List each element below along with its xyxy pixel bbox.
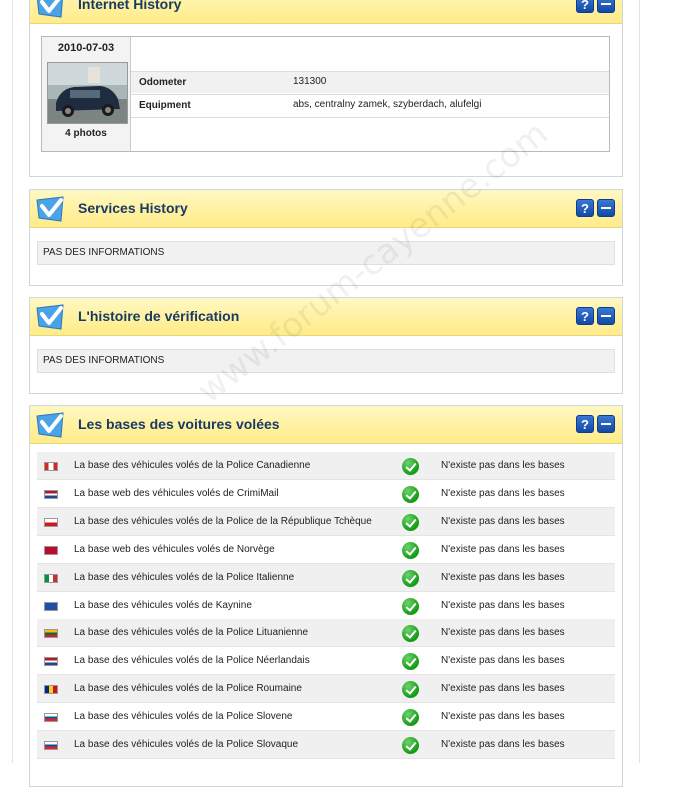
check-ok-icon: [402, 485, 419, 503]
check-ok-icon: [402, 569, 419, 587]
stolen-database-row: La base des véhicules volés de la Police…: [37, 452, 615, 480]
database-status: N'existe pas dans les bases: [441, 487, 565, 499]
slovakia-flag-icon: [44, 741, 58, 750]
panel-header: Services History ?: [30, 190, 622, 228]
car-photo-image: [48, 63, 127, 123]
check-ok-icon: [402, 681, 419, 699]
database-status: N'existe pas dans les bases: [441, 739, 565, 750]
database-status: N'existe pas dans les bases: [441, 515, 565, 527]
norway-flag-icon: [44, 545, 58, 555]
help-button[interactable]: ?: [576, 0, 594, 13]
stolen-database-row: La base des véhicules volés de Kaynine N'…: [37, 592, 615, 620]
listing-summary: 2010-07-03 4 photos: [42, 37, 131, 151]
internet-history-panel: Internet History ? 2010-07-03 4 photos O…: [29, 0, 623, 177]
check-ok-icon: [402, 513, 419, 531]
services-history-panel: Services History ? PAS DES INFORMATIONS: [29, 189, 623, 286]
stolen-database-row: La base des véhicules volés de la Police…: [37, 647, 615, 676]
verification-history-panel: L'histoire de vérification ? PAS DES INF…: [29, 297, 623, 394]
database-name: La base des véhicules volés de la Police…: [74, 571, 295, 583]
equipment-label: Equipment: [139, 100, 191, 111]
checkmark-logo-icon: [36, 412, 64, 438]
database-status: N'existe pas dans les bases: [441, 655, 565, 667]
panel-header: L'histoire de vérification ?: [30, 298, 622, 336]
database-name: La base des véhicules volés de la Police…: [74, 711, 293, 723]
check-ok-icon: [402, 597, 419, 615]
stolen-vehicles-panel: Les bases des voitures volées ? La base …: [29, 405, 623, 787]
database-name: La base web des véhicules volés de Crimi…: [74, 487, 279, 499]
collapse-button[interactable]: [597, 199, 615, 217]
database-name: La base des véhicules volés de la Police…: [74, 683, 302, 695]
odometer-value: 131300: [293, 76, 327, 87]
database-name: La base des véhicules volés de Kaynine: [74, 599, 252, 611]
database-name: La base des véhicules volés de la Police…: [74, 515, 372, 527]
database-name: La base des véhicules volés de la Police…: [74, 655, 310, 667]
stolen-database-row: La base des véhicules volés de la Police…: [37, 507, 615, 536]
panel-title: Les bases des voitures volées: [78, 416, 280, 432]
panel-title: Services History: [78, 200, 188, 216]
italy-flag-icon: [44, 573, 58, 583]
no-info-message: PAS DES INFORMATIONS: [37, 241, 615, 265]
k9-flag-icon: [44, 601, 58, 611]
database-status: N'existe pas dans les bases: [441, 460, 565, 471]
czech-flag-icon: [44, 517, 58, 527]
lithuania-flag-icon: [44, 629, 58, 639]
database-name: La base des véhicules volés de la Police…: [74, 739, 299, 750]
stolen-database-row: La base des véhicules volés de la Police…: [37, 563, 615, 592]
internet-history-table: 2010-07-03 4 photos Odometer 131300 Equi…: [41, 36, 610, 152]
panel-header: Internet History ?: [30, 0, 622, 24]
check-ok-icon: [402, 625, 419, 643]
romania-flag-icon: [44, 685, 58, 695]
help-button[interactable]: ?: [576, 307, 594, 325]
panel-header: Les bases des voitures volées ?: [30, 406, 622, 444]
database-name: La base des véhicules volés de la Police…: [74, 460, 311, 471]
stolen-database-row: La base des véhicules volés de la Police…: [37, 703, 615, 732]
equipment-value: abs, centralny zamek, szyberdach, alufel…: [293, 99, 482, 110]
stolen-database-row: La base web des véhicules volés de Crimi…: [37, 480, 615, 508]
help-button[interactable]: ?: [576, 199, 594, 217]
check-ok-icon: [402, 458, 419, 475]
database-status: N'existe pas dans les bases: [441, 599, 565, 611]
photo-count-link[interactable]: 4 photos: [42, 128, 130, 139]
no-info-message: PAS DES INFORMATIONS: [37, 349, 615, 373]
database-status: N'existe pas dans les bases: [441, 711, 565, 723]
database-status: N'existe pas dans les bases: [441, 627, 565, 639]
stolen-database-row: La base des véhicules volés de la Police…: [37, 731, 615, 759]
check-ok-icon: [402, 541, 419, 559]
stolen-database-row: La base web des véhicules volés de Norvè…: [37, 536, 615, 564]
check-ok-icon: [402, 653, 419, 671]
collapse-button[interactable]: [597, 415, 615, 433]
empty-row: [131, 117, 609, 118]
database-name: La base des véhicules volés de la Police…: [74, 627, 309, 639]
listing-photo[interactable]: [47, 62, 128, 124]
panel-title: Internet History: [78, 0, 182, 12]
checkmark-logo-icon: [36, 304, 64, 330]
listing-date: 2010-07-03: [57, 42, 115, 54]
slovenia-flag-icon: [44, 713, 58, 723]
panel-title: L'histoire de vérification: [78, 308, 240, 324]
odometer-row: Odometer 131300: [131, 71, 609, 93]
database-status: N'existe pas dans les bases: [441, 543, 565, 555]
netherlands-flag-icon: [44, 657, 58, 667]
help-button[interactable]: ?: [576, 415, 594, 433]
collapse-button[interactable]: [597, 307, 615, 325]
canada-flag-icon: [44, 462, 58, 471]
check-ok-icon: [402, 737, 419, 754]
checkmark-logo-icon: [36, 196, 64, 222]
collapse-button[interactable]: [597, 0, 615, 13]
checkmark-logo-icon: [36, 0, 63, 18]
database-status: N'existe pas dans les bases: [441, 571, 565, 583]
stolen-database-row: La base des véhicules volés de la Police…: [37, 675, 615, 704]
netherlands-flag-icon: [44, 489, 58, 499]
database-status: N'existe pas dans les bases: [441, 683, 565, 695]
odometer-label: Odometer: [139, 77, 187, 88]
check-ok-icon: [402, 709, 419, 727]
equipment-row: Equipment abs, centralny zamek, szyberda…: [131, 94, 609, 116]
database-name: La base web des véhicules volés de Norvè…: [74, 543, 275, 555]
stolen-database-row: La base des véhicules volés de la Police…: [37, 619, 615, 648]
